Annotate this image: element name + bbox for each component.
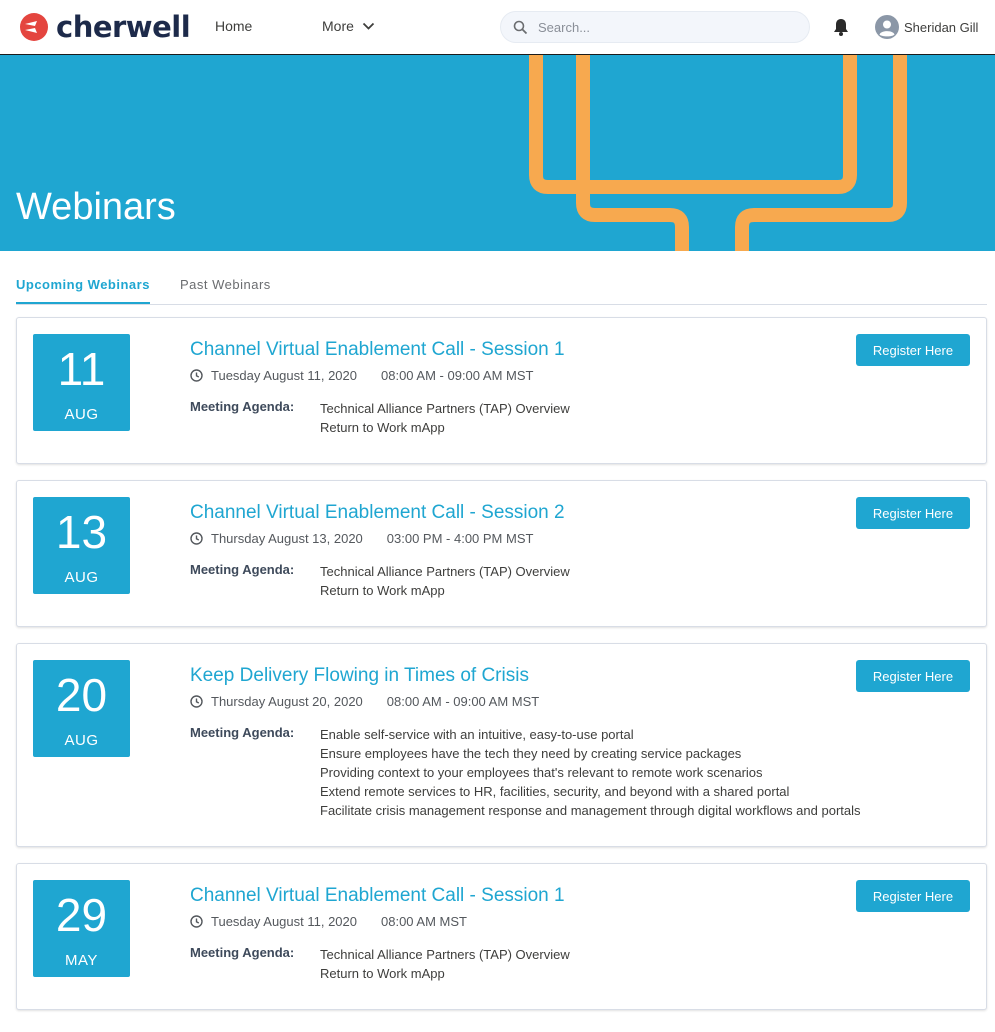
agenda-item: Enable self-service with an intuitive, e… xyxy=(320,727,634,742)
agenda-item: Return to Work mApp xyxy=(320,420,445,435)
webinar-title-link[interactable]: Channel Virtual Enablement Call - Sessio… xyxy=(190,339,565,361)
register-button[interactable]: Register Here xyxy=(856,334,970,366)
agenda-item: Technical Alliance Partners (TAP) Overvi… xyxy=(320,564,570,579)
clock-icon xyxy=(190,915,203,928)
clock-icon xyxy=(190,369,203,382)
agenda-list: Technical Alliance Partners (TAP) Overvi… xyxy=(320,562,570,600)
webinar-card: 11 AUG Channel Virtual Enablement Call -… xyxy=(16,317,987,464)
date-badge: 29 MAY xyxy=(33,880,130,977)
date-badge: 13 AUG xyxy=(33,497,130,594)
webinar-title-link[interactable]: Channel Virtual Enablement Call - Sessio… xyxy=(190,502,565,524)
register-button[interactable]: Register Here xyxy=(856,880,970,912)
webinar-title-link[interactable]: Keep Delivery Flowing in Times of Crisis xyxy=(190,665,529,687)
date-day: 13 xyxy=(55,506,108,558)
top-navigation-bar: cherwell Home More Sheridan Gill xyxy=(0,0,995,55)
webinar-time: 03:00 PM - 4:00 PM MST xyxy=(386,531,534,546)
search-icon xyxy=(513,20,528,34)
agenda-item: Technical Alliance Partners (TAP) Overvi… xyxy=(320,947,570,962)
webinar-schedule: Thursday August 13, 2020 03:00 PM - 4:00… xyxy=(190,531,533,546)
agenda-item: Return to Work mApp xyxy=(320,583,445,598)
clock-icon xyxy=(190,532,203,545)
agenda-label: Meeting Agenda: xyxy=(190,399,295,414)
webinar-date: Thursday August 13, 2020 xyxy=(211,531,363,546)
webinar-card: 13 AUG Channel Virtual Enablement Call -… xyxy=(16,480,987,627)
webinar-schedule: Thursday August 20, 2020 08:00 AM - 09:0… xyxy=(190,694,539,709)
agenda-list: Technical Alliance Partners (TAP) Overvi… xyxy=(320,399,570,437)
webinar-schedule: Tuesday August 11, 2020 08:00 AM - 09:00… xyxy=(190,368,533,383)
register-button[interactable]: Register Here xyxy=(856,497,970,529)
clock-icon xyxy=(190,695,203,708)
agenda-label: Meeting Agenda: xyxy=(190,945,295,960)
agenda-list: Technical Alliance Partners (TAP) Overvi… xyxy=(320,945,570,983)
notifications-bell-icon[interactable] xyxy=(831,17,851,37)
nav-home-link[interactable]: Home xyxy=(215,18,252,34)
webinar-time: 08:00 AM - 09:00 AM MST xyxy=(381,368,534,383)
webinar-tabs: Upcoming Webinars Past Webinars xyxy=(16,270,987,305)
date-month: AUG xyxy=(64,406,99,423)
agenda-item: Extend remote services to HR, facilities… xyxy=(320,784,790,799)
register-button[interactable]: Register Here xyxy=(856,660,970,692)
date-day: 29 xyxy=(55,889,108,941)
date-badge: 20 AUG xyxy=(33,660,130,757)
tab-upcoming-webinars[interactable]: Upcoming Webinars xyxy=(16,277,150,304)
agenda-item: Ensure employees have the tech they need… xyxy=(320,746,742,761)
date-day: 20 xyxy=(55,669,108,721)
nav-more-dropdown[interactable]: More xyxy=(322,18,375,34)
webinar-date: Tuesday August 11, 2020 xyxy=(211,368,357,383)
date-badge: 11 AUG xyxy=(33,334,130,431)
agenda-item: Return to Work mApp xyxy=(320,966,445,981)
agenda-label: Meeting Agenda: xyxy=(190,725,295,740)
webinar-card: 29 MAY Channel Virtual Enablement Call -… xyxy=(16,863,987,1010)
search-box[interactable] xyxy=(500,11,810,43)
page-title: Webinars xyxy=(16,186,176,228)
chevron-down-icon xyxy=(362,22,375,30)
webinar-title-link[interactable]: Channel Virtual Enablement Call - Sessio… xyxy=(190,885,565,907)
user-name: Sheridan Gill xyxy=(904,19,979,35)
date-month: MAY xyxy=(65,952,98,969)
cherwell-logo[interactable]: cherwell xyxy=(19,10,191,44)
user-menu[interactable]: Sheridan Gill xyxy=(875,15,978,39)
agenda-list: Enable self-service with an intuitive, e… xyxy=(320,725,861,820)
date-month: AUG xyxy=(64,569,99,586)
tab-past-webinars[interactable]: Past Webinars xyxy=(180,277,271,302)
avatar xyxy=(875,15,899,39)
webinar-date: Thursday August 20, 2020 xyxy=(211,694,363,709)
hero-banner: Webinars xyxy=(0,55,995,251)
search-input[interactable] xyxy=(538,19,778,35)
webinar-date: Tuesday August 11, 2020 xyxy=(211,914,357,929)
cherwell-logo-mark-icon xyxy=(20,13,48,41)
date-month: AUG xyxy=(64,732,99,749)
agenda-item: Technical Alliance Partners (TAP) Overvi… xyxy=(320,401,570,416)
webinar-schedule: Tuesday August 11, 2020 08:00 AM MST xyxy=(190,914,467,929)
agenda-item: Facilitate crisis management response an… xyxy=(320,803,861,818)
nav-more-label: More xyxy=(322,18,354,34)
webinar-time: 08:00 AM - 09:00 AM MST xyxy=(386,694,540,709)
webinar-time: 08:00 AM MST xyxy=(381,914,467,929)
agenda-item: Providing context to your employees that… xyxy=(320,765,763,780)
date-day: 11 xyxy=(57,343,106,395)
logo-text: cherwell xyxy=(56,10,191,44)
agenda-label: Meeting Agenda: xyxy=(190,562,295,577)
webinar-card: 20 AUG Keep Delivery Flowing in Times of… xyxy=(16,643,987,847)
